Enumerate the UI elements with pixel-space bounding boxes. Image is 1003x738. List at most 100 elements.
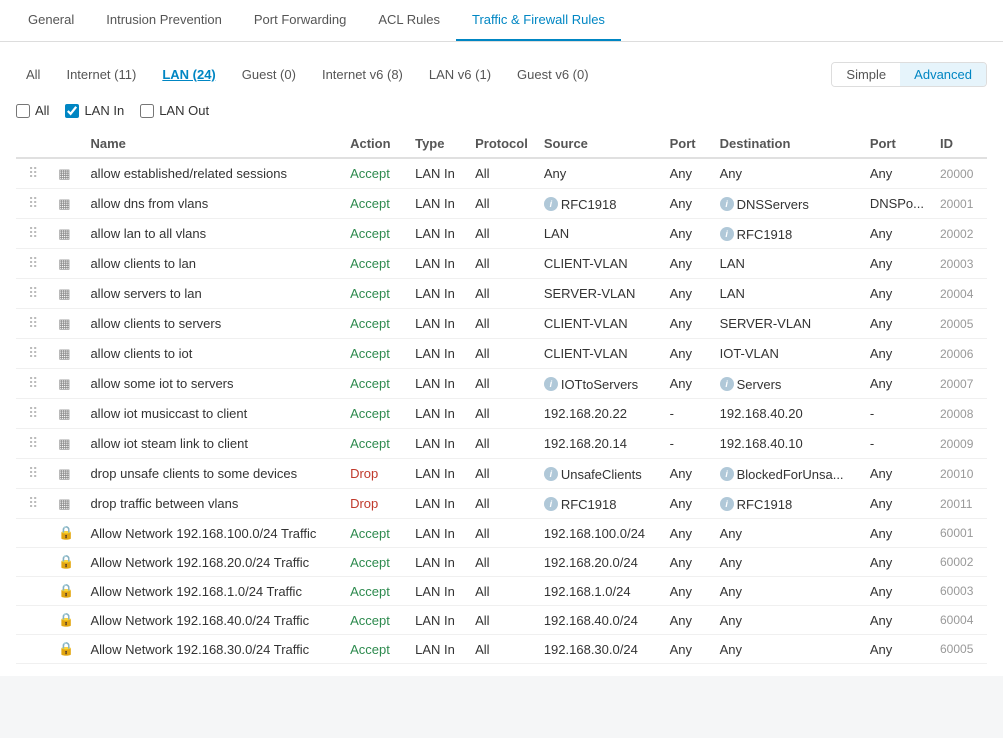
source-cell: CLIENT-VLAN [536, 339, 662, 369]
table-row[interactable]: ⠿▦allow some iot to serversAcceptLAN InA… [16, 369, 987, 399]
drag-handle[interactable]: ⠿ [24, 165, 42, 181]
row-icon-cell: 🔒 [50, 577, 82, 606]
dest-chip: iDNSServers [720, 197, 809, 212]
drag-handle[interactable]: ⠿ [24, 345, 42, 361]
checkbox-all[interactable]: All [16, 103, 49, 118]
table-row[interactable]: 🔒Allow Network 192.168.40.0/24 TrafficAc… [16, 606, 987, 635]
type-cell: LAN In [407, 489, 467, 519]
drag-cell[interactable]: ⠿ [16, 219, 50, 249]
table-row[interactable]: 🔒Allow Network 192.168.30.0/24 TrafficAc… [16, 635, 987, 664]
tab-traffic[interactable]: Traffic & Firewall Rules [456, 0, 621, 41]
dest-cell: Any [712, 606, 862, 635]
table-row[interactable]: ⠿▦allow servers to lanAcceptLAN InAllSER… [16, 279, 987, 309]
checkbox-lan_in[interactable]: LAN In [65, 103, 124, 118]
drag-cell[interactable]: ⠿ [16, 369, 50, 399]
checkbox-label-all: All [35, 103, 49, 118]
name-cell[interactable]: drop unsafe clients to some devices [82, 459, 342, 489]
tab-general[interactable]: General [12, 0, 90, 41]
filter-internetv68[interactable]: Internet v6 (8) [312, 63, 413, 86]
table-row[interactable]: ⠿▦allow established/related sessionsAcce… [16, 158, 987, 189]
name-cell[interactable]: Allow Network 192.168.100.0/24 Traffic [82, 519, 342, 548]
name-cell[interactable]: allow dns from vlans [82, 189, 342, 219]
name-cell[interactable]: allow clients to servers [82, 309, 342, 339]
source-port-cell: Any [662, 577, 712, 606]
action-cell: Drop [342, 459, 407, 489]
filter-lan24[interactable]: LAN (24) [152, 63, 225, 86]
view-btn-simple[interactable]: Simple [832, 63, 900, 86]
filter-internet11[interactable]: Internet (11) [56, 63, 146, 86]
drag-handle[interactable]: ⠿ [24, 465, 42, 481]
drag-cell[interactable]: ⠿ [16, 189, 50, 219]
view-toggle: SimpleAdvanced [831, 62, 987, 87]
table-row[interactable]: ⠿▦drop traffic between vlansDropLAN InAl… [16, 489, 987, 519]
name-cell[interactable]: Allow Network 192.168.20.0/24 Traffic [82, 548, 342, 577]
checkbox-input-lan_in[interactable] [65, 104, 79, 118]
dest-port-cell: Any [862, 219, 932, 249]
tab-portfwd[interactable]: Port Forwarding [238, 0, 362, 41]
row-icon-cell: ▦ [50, 279, 82, 309]
protocol-cell: All [467, 489, 536, 519]
drag-handle[interactable]: ⠿ [24, 435, 42, 451]
table-row[interactable]: ⠿▦allow clients to lanAcceptLAN InAllCLI… [16, 249, 987, 279]
filter-guest0[interactable]: Guest (0) [232, 63, 306, 86]
grid-icon: ▦ [58, 226, 70, 241]
checkbox-lan_out[interactable]: LAN Out [140, 103, 209, 118]
table-row[interactable]: ⠿▦allow dns from vlansAcceptLAN InAlliRF… [16, 189, 987, 219]
filter-guestv60[interactable]: Guest v6 (0) [507, 63, 599, 86]
table-row[interactable]: ⠿▦allow lan to all vlansAcceptLAN InAllL… [16, 219, 987, 249]
action-cell: Accept [342, 548, 407, 577]
name-cell[interactable]: drop traffic between vlans [82, 489, 342, 519]
drag-handle[interactable]: ⠿ [24, 285, 42, 301]
name-cell[interactable]: allow clients to lan [82, 249, 342, 279]
drag-cell[interactable]: ⠿ [16, 249, 50, 279]
drag-handle[interactable]: ⠿ [24, 315, 42, 331]
row-icon-cell: ▦ [50, 158, 82, 189]
checkbox-input-lan_out[interactable] [140, 104, 154, 118]
name-cell[interactable]: Allow Network 192.168.1.0/24 Traffic [82, 577, 342, 606]
name-cell[interactable]: allow servers to lan [82, 279, 342, 309]
name-cell[interactable]: allow some iot to servers [82, 369, 342, 399]
table-row[interactable]: 🔒Allow Network 192.168.20.0/24 TrafficAc… [16, 548, 987, 577]
tab-acl[interactable]: ACL Rules [362, 0, 456, 41]
name-cell[interactable]: allow clients to iot [82, 339, 342, 369]
drag-cell[interactable]: ⠿ [16, 489, 50, 519]
filter-all[interactable]: All [16, 63, 50, 86]
drag-handle[interactable]: ⠿ [24, 195, 42, 211]
drag-cell[interactable]: ⠿ [16, 399, 50, 429]
drag-cell[interactable]: ⠿ [16, 459, 50, 489]
grid-icon: ▦ [58, 406, 70, 421]
drag-handle[interactable]: ⠿ [24, 405, 42, 421]
drag-handle[interactable]: ⠿ [24, 255, 42, 271]
drag-handle[interactable]: ⠿ [24, 225, 42, 241]
table-row[interactable]: 🔒Allow Network 192.168.100.0/24 TrafficA… [16, 519, 987, 548]
id-cell: 20001 [932, 189, 987, 219]
drag-cell[interactable]: ⠿ [16, 429, 50, 459]
dest-cell: 192.168.40.10 [712, 429, 862, 459]
table-row[interactable]: ⠿▦allow iot steam link to clientAcceptLA… [16, 429, 987, 459]
view-btn-advanced[interactable]: Advanced [900, 63, 986, 86]
source-cell: iIOTtoServers [536, 369, 662, 399]
drag-cell[interactable]: ⠿ [16, 339, 50, 369]
name-cell[interactable]: allow established/related sessions [82, 158, 342, 189]
name-cell[interactable]: Allow Network 192.168.30.0/24 Traffic [82, 635, 342, 664]
drag-cell[interactable]: ⠿ [16, 279, 50, 309]
name-cell[interactable]: allow iot steam link to client [82, 429, 342, 459]
table-row[interactable]: ⠿▦allow clients to iotAcceptLAN InAllCLI… [16, 339, 987, 369]
filter-lanv61[interactable]: LAN v6 (1) [419, 63, 501, 86]
name-cell[interactable]: allow iot musiccast to client [82, 399, 342, 429]
drag-handle[interactable]: ⠿ [24, 495, 42, 511]
name-cell[interactable]: allow lan to all vlans [82, 219, 342, 249]
source-cell: 192.168.1.0/24 [536, 577, 662, 606]
drag-cell[interactable]: ⠿ [16, 158, 50, 189]
table-row[interactable]: ⠿▦drop unsafe clients to some devicesDro… [16, 459, 987, 489]
drag-handle[interactable]: ⠿ [24, 375, 42, 391]
table-row[interactable]: ⠿▦allow iot musiccast to clientAcceptLAN… [16, 399, 987, 429]
drag-cell[interactable]: ⠿ [16, 309, 50, 339]
checkbox-input-all[interactable] [16, 104, 30, 118]
tab-intrusion[interactable]: Intrusion Prevention [90, 0, 238, 41]
table-row[interactable]: ⠿▦allow clients to serversAcceptLAN InAl… [16, 309, 987, 339]
name-cell[interactable]: Allow Network 192.168.40.0/24 Traffic [82, 606, 342, 635]
table-row[interactable]: 🔒Allow Network 192.168.1.0/24 TrafficAcc… [16, 577, 987, 606]
drag-cell [16, 577, 50, 606]
source-port-cell: - [662, 399, 712, 429]
